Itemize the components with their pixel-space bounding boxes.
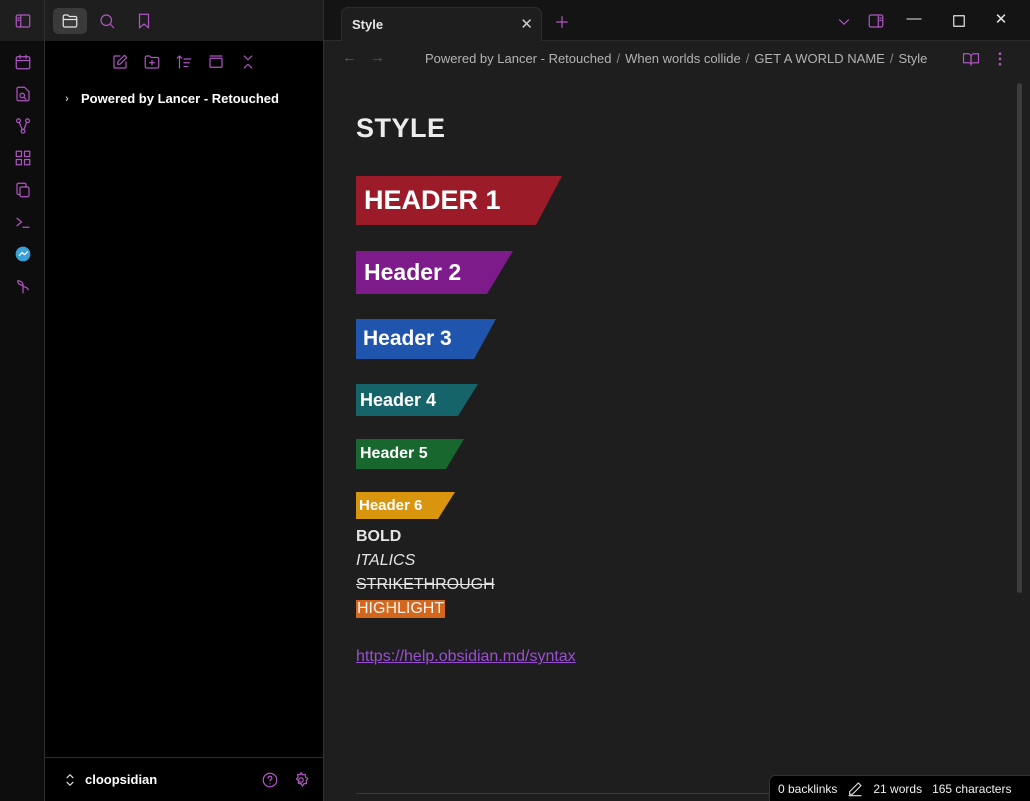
maximize-icon[interactable] <box>948 10 970 32</box>
folder-icon <box>59 10 81 32</box>
terminal-icon[interactable] <box>12 211 34 233</box>
collapse-all-icon[interactable] <box>237 51 259 73</box>
bold-text: BOLD <box>356 528 402 545</box>
minimize-icon[interactable]: — <box>903 10 925 27</box>
heading-6: Header 6 <box>356 492 455 519</box>
grid-icon[interactable] <box>12 147 34 169</box>
file-search-icon[interactable] <box>12 83 34 105</box>
note-title: STYLE <box>356 113 446 143</box>
close-icon[interactable]: ✕ <box>520 15 533 33</box>
window-close-icon[interactable]: ✕ <box>990 10 1012 28</box>
heading-5: Header 5 <box>356 439 464 469</box>
copy-icon[interactable] <box>12 179 34 201</box>
heading-3: Header 3 <box>356 319 496 359</box>
status-bar: 0 backlinks 21 words 165 characters <box>769 775 1030 801</box>
file-explorer: › Powered by Lancer - Retouched cloopsid… <box>45 41 324 801</box>
chevron-right-icon[interactable]: › <box>61 93 73 105</box>
breadcrumb-item[interactable]: When worlds collide <box>625 51 741 66</box>
breadcrumb: Powered by Lancer - Retouched / When world… <box>425 51 927 66</box>
highlight-text: HIGHLIGHT <box>356 600 446 618</box>
heading-2: Header 2 <box>356 251 513 294</box>
vault-switcher-bar: cloopsidian <box>45 757 323 801</box>
right-sidebar-toggle-icon[interactable] <box>865 10 887 32</box>
sidebar-toggle-icon[interactable] <box>12 10 34 32</box>
strikethrough-text: STRIKETHROUGH <box>356 576 495 593</box>
tree-folder[interactable]: › Powered by Lancer - Retouched <box>61 91 279 106</box>
chevron-up-down-icon[interactable] <box>59 769 81 791</box>
back-arrow-icon[interactable]: ← <box>342 49 357 66</box>
settings-gear-icon[interactable] <box>290 769 312 791</box>
italic-text: ITALICS <box>356 552 416 569</box>
breadcrumb-separator: / <box>889 51 894 66</box>
graph-icon[interactable] <box>12 115 34 137</box>
sort-icon[interactable] <box>173 51 195 73</box>
syntax-link[interactable]: https://help.obsidian.md/syntax <box>356 648 576 666</box>
breadcrumb-item-current[interactable]: Style <box>898 51 927 66</box>
help-icon[interactable] <box>259 769 281 791</box>
calendar-icon[interactable] <box>12 51 34 73</box>
breadcrumb-item[interactable]: Powered by Lancer - Retouched <box>425 51 611 66</box>
new-tab-icon[interactable] <box>551 11 573 33</box>
ribbon-header <box>0 0 45 41</box>
scrollbar[interactable] <box>1017 83 1022 593</box>
tab-files[interactable] <box>53 8 87 34</box>
tree-folder-label: Powered by Lancer - Retouched <box>81 91 279 106</box>
word-count: 21 words <box>873 781 923 796</box>
heading-4: Header 4 <box>356 384 478 416</box>
edit-pencil-icon[interactable] <box>847 781 863 797</box>
vault-name[interactable]: cloopsidian <box>85 772 157 787</box>
tab-title: Style <box>352 17 384 32</box>
breadcrumb-item[interactable]: GET A WORLD NAME <box>754 51 885 66</box>
editor[interactable]: STYLE HEADER 1 Header 2 Header 3 Header … <box>324 77 1030 801</box>
new-note-icon[interactable] <box>109 51 131 73</box>
search-icon[interactable] <box>96 10 118 32</box>
tab-style[interactable]: Style ✕ <box>341 7 542 42</box>
character-count: 165 characters <box>932 781 1012 796</box>
more-options-icon[interactable] <box>989 48 1011 70</box>
auto-reveal-icon[interactable] <box>205 51 227 73</box>
tab-bar: Style ✕ — ✕ <box>324 0 1030 42</box>
new-folder-icon[interactable] <box>141 51 163 73</box>
breadcrumb-separator: / <box>616 51 621 66</box>
bookmark-icon[interactable] <box>133 10 155 32</box>
sprout-icon[interactable] <box>12 275 34 297</box>
globe-icon[interactable] <box>12 243 34 265</box>
reading-view-icon[interactable] <box>960 48 982 70</box>
backlinks-count[interactable]: 0 backlinks <box>778 782 837 796</box>
breadcrumb-separator: / <box>745 51 750 66</box>
sidebar-tab-header <box>45 0 324 41</box>
ribbon <box>0 41 45 801</box>
heading-1: HEADER 1 <box>356 176 562 225</box>
forward-arrow-icon[interactable]: → <box>370 49 385 66</box>
chevron-down-icon[interactable] <box>833 11 855 33</box>
view-header: ← → Powered by Lancer - Retouched / When w… <box>324 41 1030 77</box>
